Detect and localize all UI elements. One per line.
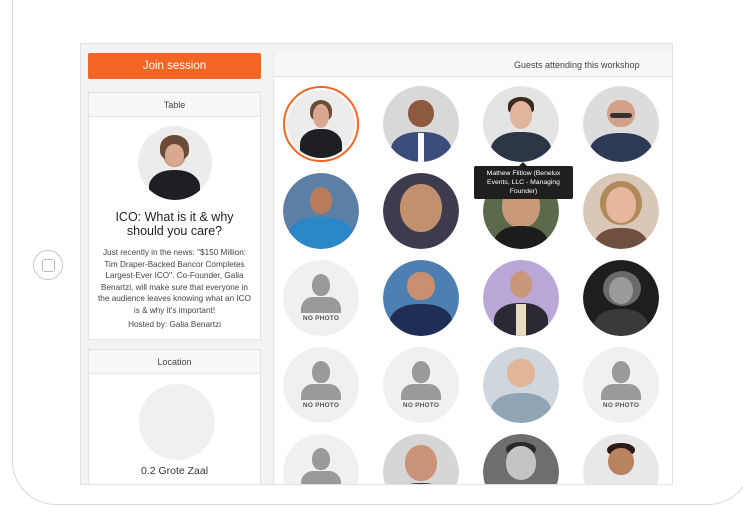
guest-avatar[interactable] [483, 434, 559, 484]
location-panel: Location 0.2 Grote Zaal [88, 349, 261, 484]
no-photo-placeholder-icon [283, 434, 359, 484]
guest-avatar[interactable] [583, 173, 659, 249]
no-photo-label: NO PHOTO [302, 402, 340, 409]
no-photo-label: NO PHOTO [302, 315, 340, 322]
guest-no-photo[interactable]: NO PHOTO [583, 347, 659, 423]
guest-avatar[interactable] [483, 260, 559, 336]
guest-tooltip: Mathew Flitlow (Benelux Events, LLC - Ma… [474, 162, 573, 199]
location-name: 0.2 Grote Zaal [140, 465, 209, 477]
guest-avatar[interactable] [383, 86, 459, 162]
no-photo-placeholder-icon: NO PHOTO [283, 260, 359, 336]
guests-header: Guests attending this workshop [274, 53, 672, 77]
guest-avatar[interactable] [283, 173, 359, 249]
guest-no-photo[interactable]: NO PHOTO [283, 347, 359, 423]
left-column: Join session Table ICO: What is it & why… [88, 53, 261, 484]
guest-avatar[interactable] [583, 434, 659, 484]
guest-avatar[interactable] [383, 434, 459, 484]
no-photo-placeholder-icon: NO PHOTO [583, 347, 659, 423]
guest-avatar[interactable] [383, 173, 459, 249]
location-body: 0.2 Grote Zaal [89, 374, 260, 484]
hosted-by: Hosted by: Galia Benartzi [128, 320, 221, 329]
no-photo-placeholder-icon: NO PHOTO [383, 347, 459, 423]
table-description: Just recently in the news: "$150 Million… [98, 248, 251, 315]
location-panel-header: Location [89, 350, 260, 374]
host-avatar [137, 126, 212, 200]
guests-panel: Guests attending this workshop NO PHOTO … [273, 53, 672, 484]
guest-no-photo[interactable]: NO PHOTO [383, 347, 459, 423]
table-panel-body: ICO: What is it & why should you care? J… [89, 117, 260, 339]
guest-avatar[interactable] [483, 86, 559, 162]
table-title: ICO: What is it & why should you care? [115, 210, 234, 238]
join-session-button[interactable]: Join session [88, 53, 261, 79]
location-image [139, 384, 215, 460]
guest-avatar[interactable] [583, 86, 659, 162]
table-panel: Table ICO: What is it & why should you c… [88, 92, 261, 340]
no-photo-label: NO PHOTO [602, 402, 640, 409]
guest-avatar[interactable] [483, 347, 559, 423]
guest-avatar[interactable] [383, 260, 459, 336]
table-panel-header: Table [89, 93, 260, 117]
guest-no-photo[interactable] [283, 434, 359, 484]
guest-avatar-selected[interactable] [283, 86, 359, 162]
home-button[interactable] [33, 250, 63, 280]
guest-no-photo[interactable]: NO PHOTO [283, 260, 359, 336]
app-screen: Join session Table ICO: What is it & why… [80, 43, 673, 485]
no-photo-placeholder-icon: NO PHOTO [283, 347, 359, 423]
guest-avatar[interactable] [583, 260, 659, 336]
no-photo-label: NO PHOTO [402, 402, 440, 409]
